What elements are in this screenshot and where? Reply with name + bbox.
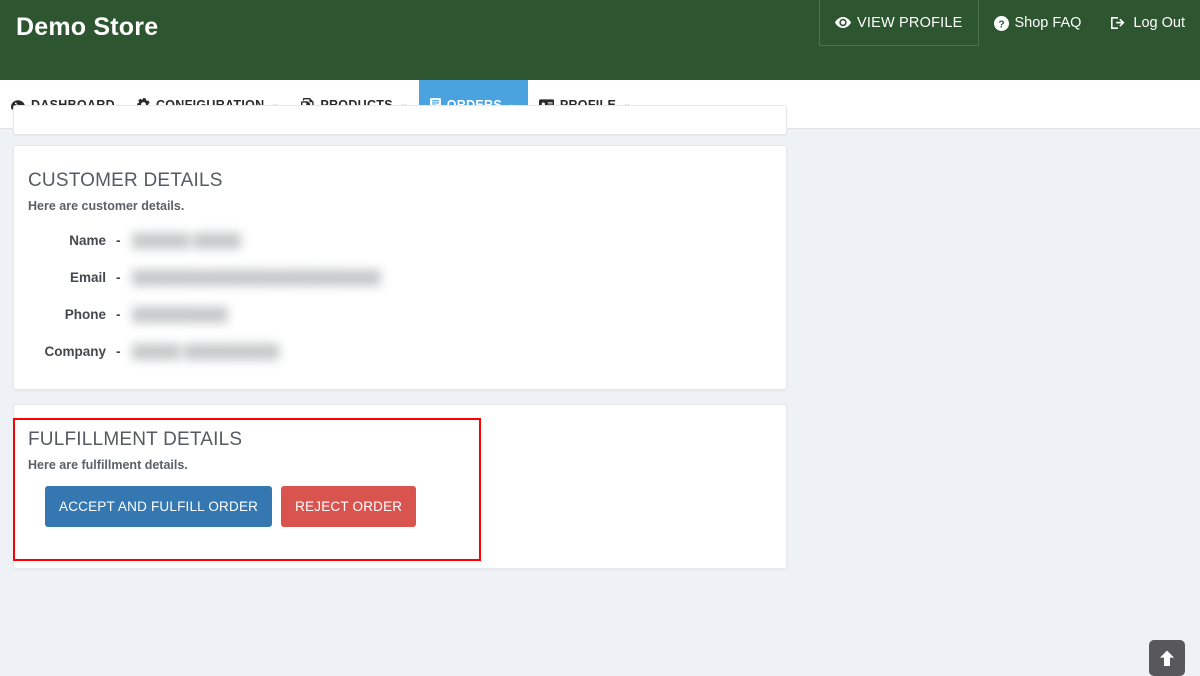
detail-value-phone: ██████████ (132, 307, 228, 322)
detail-value-company: █████ ██████████ (132, 344, 280, 359)
detail-dash: - (116, 233, 121, 248)
detail-row-email: Email - ██████████████████████████ (28, 259, 766, 296)
scroll-to-top-button[interactable] (1149, 640, 1185, 676)
view-profile-button[interactable]: VIEW PROFILE (818, 0, 979, 46)
detail-dash: - (116, 270, 121, 285)
detail-value-name: ██████ █████ (132, 233, 241, 248)
detail-dash: - (116, 344, 121, 359)
view-profile-label: VIEW PROFILE (856, 14, 963, 31)
detail-dash: - (116, 307, 121, 322)
top-header: Demo Store VIEW PROFILE ? Shop FAQ Log O… (0, 0, 1200, 80)
brand-title: Demo Store (16, 13, 159, 41)
svg-text:?: ? (998, 19, 1004, 30)
customer-details-card: CUSTOMER DETAILS Here are customer detai… (13, 145, 787, 390)
customer-details-subtitle: Here are customer details. (28, 199, 185, 213)
eye-icon (834, 16, 851, 29)
previous-card-partial (13, 105, 787, 135)
detail-value-email: ██████████████████████████ (132, 270, 381, 285)
detail-row-company: Company - █████ ██████████ (28, 333, 766, 370)
fulfillment-details-subtitle: Here are fulfillment details. (28, 458, 188, 472)
sign-out-icon (1111, 16, 1127, 30)
question-circle-icon: ? (993, 15, 1009, 31)
header-nav: VIEW PROFILE ? Shop FAQ Log Out (818, 0, 1200, 46)
log-out-label: Log Out (1133, 15, 1185, 31)
reject-order-button[interactable]: REJECT ORDER (281, 486, 417, 527)
detail-row-phone: Phone - ██████████ (28, 296, 766, 333)
detail-row-name: Name - ██████ █████ (28, 222, 766, 259)
fulfillment-actions: ACCEPT AND FULFILL ORDER REJECT ORDER (45, 486, 766, 527)
detail-label-name: Name (69, 233, 106, 248)
fulfillment-details-card: FULFILLMENT DETAILS Here are fulfillment… (13, 404, 787, 569)
customer-details-title: CUSTOMER DETAILS (28, 170, 223, 191)
accept-and-fulfill-order-button[interactable]: ACCEPT AND FULFILL ORDER (45, 486, 273, 527)
shop-faq-link[interactable]: ? Shop FAQ (979, 0, 1097, 46)
shop-faq-label: Shop FAQ (1014, 15, 1082, 31)
arrow-up-icon (1159, 650, 1175, 667)
customer-details-list: Name - ██████ █████ Email - ████████████… (28, 222, 766, 370)
detail-label-company: Company (44, 344, 106, 359)
detail-label-phone: Phone (64, 307, 106, 322)
detail-label-email: Email (69, 270, 106, 285)
fulfillment-details-title: FULFILLMENT DETAILS (28, 429, 243, 450)
page-content: CUSTOMER DETAILS Here are customer detai… (0, 105, 1200, 676)
log-out-link[interactable]: Log Out (1096, 0, 1200, 46)
